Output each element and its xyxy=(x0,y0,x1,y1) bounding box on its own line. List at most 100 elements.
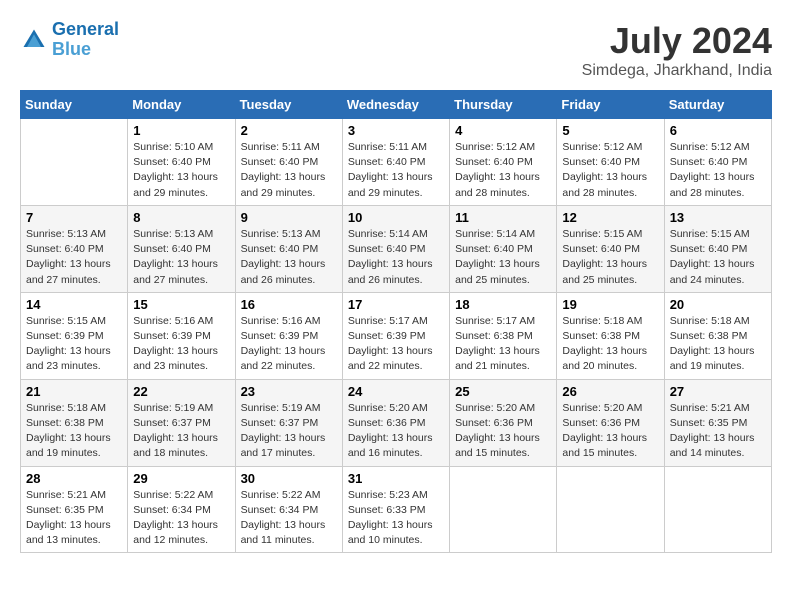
day-detail: Sunrise: 5:13 AMSunset: 6:40 PMDaylight:… xyxy=(241,227,337,288)
day-detail: Sunrise: 5:18 AMSunset: 6:38 PMDaylight:… xyxy=(670,314,766,375)
day-detail: Sunrise: 5:19 AMSunset: 6:37 PMDaylight:… xyxy=(133,401,229,462)
calendar-cell: 17Sunrise: 5:17 AMSunset: 6:39 PMDayligh… xyxy=(342,292,449,379)
day-number: 8 xyxy=(133,210,229,225)
day-number: 9 xyxy=(241,210,337,225)
calendar-cell: 11Sunrise: 5:14 AMSunset: 6:40 PMDayligh… xyxy=(450,205,557,292)
day-number: 1 xyxy=(133,123,229,138)
calendar-cell: 22 Sunrise: 5:19 AMSunset: 6:37 PMDayligh… xyxy=(128,379,235,466)
week-row-4: 21 Sunrise: 5:18 AMSunset: 6:38 PMDayligh… xyxy=(21,379,772,466)
calendar-cell: 12 Sunrise: 5:15 AMSunset: 6:40 PMDayligh… xyxy=(557,205,664,292)
logo: General Blue xyxy=(20,20,119,60)
calendar-cell: 25 Sunrise: 5:20 AMSunset: 6:36 PMDayligh… xyxy=(450,379,557,466)
day-detail: Sunrise: 5:16 AMSunset: 6:39 PMDaylight:… xyxy=(133,314,229,375)
day-number: 22 xyxy=(133,384,229,399)
header-row: SundayMondayTuesdayWednesdayThursdayFrid… xyxy=(21,91,772,119)
day-detail: Sunrise: 5:15 AMSunset: 6:40 PMDaylight:… xyxy=(562,227,658,288)
day-number: 12 xyxy=(562,210,658,225)
week-row-2: 7 Sunrise: 5:13 AMSunset: 6:40 PMDaylight… xyxy=(21,205,772,292)
calendar-cell: 3 Sunrise: 5:11 AMSunset: 6:40 PMDaylight… xyxy=(342,119,449,206)
calendar-cell: 23 Sunrise: 5:19 AMSunset: 6:37 PMDayligh… xyxy=(235,379,342,466)
day-number: 15 xyxy=(133,297,229,312)
day-detail: Sunrise: 5:21 AMSunset: 6:35 PMDaylight:… xyxy=(26,488,122,549)
calendar-cell: 9 Sunrise: 5:13 AMSunset: 6:40 PMDaylight… xyxy=(235,205,342,292)
day-number: 28 xyxy=(26,471,122,486)
day-detail: Sunrise: 5:13 AMSunset: 6:40 PMDaylight:… xyxy=(26,227,122,288)
day-number: 25 xyxy=(455,384,551,399)
calendar-cell: 13 Sunrise: 5:15 AMSunset: 6:40 PMDayligh… xyxy=(664,205,771,292)
col-header-thursday: Thursday xyxy=(450,91,557,119)
day-detail: Sunrise: 5:16 AMSunset: 6:39 PMDaylight:… xyxy=(241,314,337,375)
calendar-cell: 18 Sunrise: 5:17 AMSunset: 6:38 PMDayligh… xyxy=(450,292,557,379)
day-number: 31 xyxy=(348,471,444,486)
day-number: 7 xyxy=(26,210,122,225)
day-detail: Sunrise: 5:20 AMSunset: 6:36 PMDaylight:… xyxy=(562,401,658,462)
day-detail: Sunrise: 5:12 AMSunset: 6:40 PMDaylight:… xyxy=(670,140,766,201)
subtitle: Simdega, Jharkhand, India xyxy=(582,62,772,80)
week-row-3: 14 Sunrise: 5:15 AMSunset: 6:39 PMDayligh… xyxy=(21,292,772,379)
day-detail: Sunrise: 5:15 AMSunset: 6:39 PMDaylight:… xyxy=(26,314,122,375)
day-number: 24 xyxy=(348,384,444,399)
calendar-cell: 30Sunrise: 5:22 AMSunset: 6:34 PMDayligh… xyxy=(235,466,342,553)
day-detail: Sunrise: 5:13 AMSunset: 6:40 PMDaylight:… xyxy=(133,227,229,288)
day-number: 17 xyxy=(348,297,444,312)
day-number: 21 xyxy=(26,384,122,399)
day-detail: Sunrise: 5:20 AMSunset: 6:36 PMDaylight:… xyxy=(455,401,551,462)
day-detail: Sunrise: 5:12 AMSunset: 6:40 PMDaylight:… xyxy=(562,140,658,201)
calendar-cell: 26Sunrise: 5:20 AMSunset: 6:36 PMDayligh… xyxy=(557,379,664,466)
day-detail: Sunrise: 5:22 AMSunset: 6:34 PMDaylight:… xyxy=(241,488,337,549)
day-detail: Sunrise: 5:15 AMSunset: 6:40 PMDaylight:… xyxy=(670,227,766,288)
calendar-cell: 8 Sunrise: 5:13 AMSunset: 6:40 PMDaylight… xyxy=(128,205,235,292)
day-detail: Sunrise: 5:14 AMSunset: 6:40 PMDaylight:… xyxy=(348,227,444,288)
calendar-cell: 5Sunrise: 5:12 AMSunset: 6:40 PMDaylight… xyxy=(557,119,664,206)
day-detail: Sunrise: 5:20 AMSunset: 6:36 PMDaylight:… xyxy=(348,401,444,462)
col-header-wednesday: Wednesday xyxy=(342,91,449,119)
day-number: 6 xyxy=(670,123,766,138)
calendar-cell: 21 Sunrise: 5:18 AMSunset: 6:38 PMDayligh… xyxy=(21,379,128,466)
day-detail: Sunrise: 5:18 AMSunset: 6:38 PMDaylight:… xyxy=(562,314,658,375)
col-header-monday: Monday xyxy=(128,91,235,119)
logo-text: General Blue xyxy=(52,20,119,60)
day-detail: Sunrise: 5:11 AMSunset: 6:40 PMDaylight:… xyxy=(241,140,337,201)
calendar-cell: 24 Sunrise: 5:20 AMSunset: 6:36 PMDayligh… xyxy=(342,379,449,466)
day-number: 19 xyxy=(562,297,658,312)
calendar-cell: 31Sunrise: 5:23 AMSunset: 6:33 PMDayligh… xyxy=(342,466,449,553)
calendar-cell xyxy=(450,466,557,553)
col-header-tuesday: Tuesday xyxy=(235,91,342,119)
day-number: 29 xyxy=(133,471,229,486)
day-detail: Sunrise: 5:10 AMSunset: 6:40 PMDaylight:… xyxy=(133,140,229,201)
calendar-table: SundayMondayTuesdayWednesdayThursdayFrid… xyxy=(20,90,772,553)
day-detail: Sunrise: 5:14 AMSunset: 6:40 PMDaylight:… xyxy=(455,227,551,288)
day-number: 2 xyxy=(241,123,337,138)
day-number: 16 xyxy=(241,297,337,312)
col-header-saturday: Saturday xyxy=(664,91,771,119)
day-number: 23 xyxy=(241,384,337,399)
day-number: 10 xyxy=(348,210,444,225)
day-number: 20 xyxy=(670,297,766,312)
day-number: 18 xyxy=(455,297,551,312)
calendar-cell: 20 Sunrise: 5:18 AMSunset: 6:38 PMDayligh… xyxy=(664,292,771,379)
day-detail: Sunrise: 5:12 AMSunset: 6:40 PMDaylight:… xyxy=(455,140,551,201)
calendar-cell xyxy=(664,466,771,553)
calendar-cell xyxy=(21,119,128,206)
calendar-cell: 19 Sunrise: 5:18 AMSunset: 6:38 PMDayligh… xyxy=(557,292,664,379)
day-detail: Sunrise: 5:18 AMSunset: 6:38 PMDaylight:… xyxy=(26,401,122,462)
day-detail: Sunrise: 5:11 AMSunset: 6:40 PMDaylight:… xyxy=(348,140,444,201)
day-detail: Sunrise: 5:19 AMSunset: 6:37 PMDaylight:… xyxy=(241,401,337,462)
calendar-cell: 28 Sunrise: 5:21 AMSunset: 6:35 PMDayligh… xyxy=(21,466,128,553)
day-detail: Sunrise: 5:22 AMSunset: 6:34 PMDaylight:… xyxy=(133,488,229,549)
day-number: 27 xyxy=(670,384,766,399)
calendar-cell: 15 Sunrise: 5:16 AMSunset: 6:39 PMDayligh… xyxy=(128,292,235,379)
calendar-cell: 27Sunrise: 5:21 AMSunset: 6:35 PMDayligh… xyxy=(664,379,771,466)
day-number: 14 xyxy=(26,297,122,312)
calendar-cell: 16 Sunrise: 5:16 AMSunset: 6:39 PMDayligh… xyxy=(235,292,342,379)
calendar-cell: 6 Sunrise: 5:12 AMSunset: 6:40 PMDaylight… xyxy=(664,119,771,206)
col-header-sunday: Sunday xyxy=(21,91,128,119)
page-header: General Blue July 2024 Simdega, Jharkhan… xyxy=(20,20,772,80)
calendar-cell: 7 Sunrise: 5:13 AMSunset: 6:40 PMDaylight… xyxy=(21,205,128,292)
calendar-cell: 29 Sunrise: 5:22 AMSunset: 6:34 PMDayligh… xyxy=(128,466,235,553)
calendar-cell: 4Sunrise: 5:12 AMSunset: 6:40 PMDaylight… xyxy=(450,119,557,206)
day-number: 13 xyxy=(670,210,766,225)
day-number: 3 xyxy=(348,123,444,138)
day-detail: Sunrise: 5:17 AMSunset: 6:38 PMDaylight:… xyxy=(455,314,551,375)
week-row-5: 28 Sunrise: 5:21 AMSunset: 6:35 PMDayligh… xyxy=(21,466,772,553)
